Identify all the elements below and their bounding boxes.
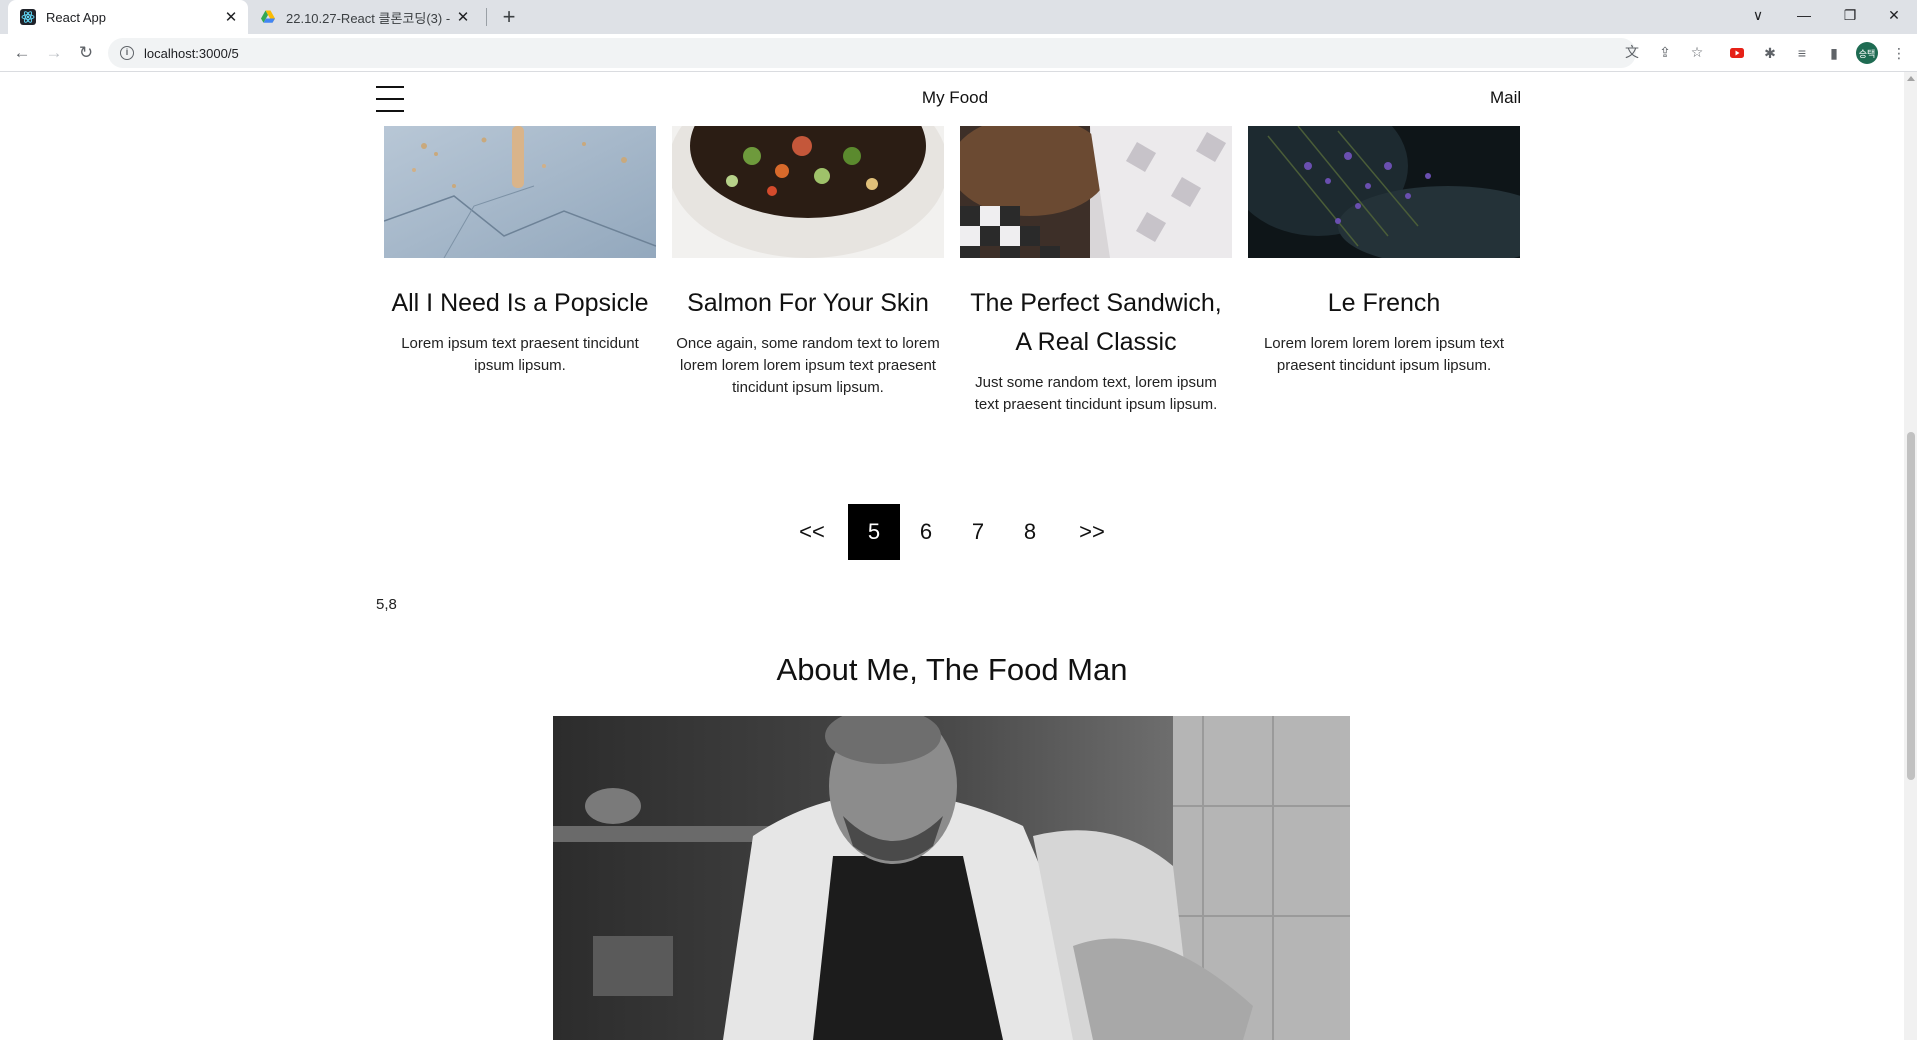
mail-link[interactable]: Mail bbox=[1490, 88, 1521, 108]
salmon-photo bbox=[672, 126, 944, 258]
arrow-left-icon: ← bbox=[13, 43, 31, 62]
card-title: Le French bbox=[1327, 289, 1441, 317]
site-header: My Food Mail bbox=[0, 72, 1904, 126]
google-drive-icon bbox=[260, 9, 276, 25]
card-text: Lorem lorem lorem lorem ipsum text praes… bbox=[1263, 335, 1505, 374]
profile-avatar[interactable]: 승택 bbox=[1856, 42, 1878, 64]
chef-photo bbox=[553, 716, 1350, 1040]
card-title: Salmon For Your Skin bbox=[687, 289, 929, 317]
food-card[interactable]: The Perfect Sandwich, A Real Classic Jus… bbox=[960, 126, 1232, 416]
popsicle-photo bbox=[384, 126, 656, 258]
side-panel-icon[interactable]: ▮ bbox=[1823, 42, 1845, 64]
forward-button[interactable]: → bbox=[40, 39, 68, 67]
info-icon[interactable]: i bbox=[120, 46, 134, 60]
food-card[interactable]: Le French Lorem lorem lorem lorem ipsum … bbox=[1248, 126, 1520, 377]
card-text: Lorem ipsum text praesent tincidunt ipsu… bbox=[401, 335, 639, 374]
pagination-page-8[interactable]: 8 bbox=[1004, 504, 1056, 560]
tab-react-app[interactable]: React App ✕ bbox=[8, 0, 248, 34]
tab-separator bbox=[486, 8, 487, 26]
hamburger-menu-icon[interactable] bbox=[376, 86, 404, 112]
card-text: Just some random text, lorem ipsum text … bbox=[974, 374, 1218, 413]
reload-icon: ↻ bbox=[78, 43, 94, 62]
browser-tabstrip: React App ✕ 22.10.27-React 클론코딩(3) - Go … bbox=[0, 0, 1917, 34]
card-title: The Perfect Sandwich, A Real Classic bbox=[970, 289, 1222, 356]
restore-button[interactable]: ❐ bbox=[1827, 0, 1873, 30]
food-card[interactable]: Salmon For Your Skin Once again, some ra… bbox=[672, 126, 944, 399]
new-tab-button[interactable]: + bbox=[496, 4, 522, 29]
close-window-button[interactable]: ✕ bbox=[1871, 0, 1917, 30]
reload-button[interactable]: ↻ bbox=[72, 39, 100, 67]
page-range-text: 5,8 bbox=[376, 596, 397, 613]
arrow-right-icon: → bbox=[45, 43, 63, 62]
close-icon[interactable]: ✕ bbox=[454, 8, 472, 26]
youtube-extension-icon[interactable] bbox=[1726, 42, 1748, 64]
lavender-photo bbox=[1248, 126, 1520, 258]
page-viewport: All I Need Is a Popsicle Lorem ipsum tex… bbox=[0, 72, 1904, 1040]
minimize-button[interactable]: — bbox=[1781, 0, 1827, 30]
sandwich-photo bbox=[960, 126, 1232, 258]
site-brand[interactable]: My Food bbox=[900, 88, 1010, 108]
star-icon[interactable]: ☆ bbox=[1686, 41, 1708, 63]
scrollbar-thumb[interactable] bbox=[1907, 432, 1915, 780]
card-title: All I Need Is a Popsicle bbox=[391, 289, 649, 317]
food-card[interactable]: All I Need Is a Popsicle Lorem ipsum tex… bbox=[384, 126, 656, 377]
pagination: << 5 6 7 8 >> bbox=[0, 504, 1904, 560]
back-button[interactable]: ← bbox=[8, 39, 36, 67]
pagination-page-5[interactable]: 5 bbox=[848, 504, 900, 560]
tab-google-doc[interactable]: 22.10.27-React 클론코딩(3) - Go ✕ bbox=[250, 0, 480, 34]
pagination-prev[interactable]: << bbox=[786, 504, 838, 560]
translate-icon[interactable]: 文 bbox=[1621, 41, 1643, 63]
tab-title: React App bbox=[46, 9, 106, 25]
tab-title: 22.10.27-React 클론코딩(3) - Go bbox=[286, 10, 454, 26]
url-text[interactable]: localhost:3000/5 bbox=[144, 46, 239, 61]
tab-search-button[interactable]: ∨ bbox=[1735, 0, 1781, 30]
react-icon bbox=[20, 9, 36, 25]
address-bar[interactable]: i localhost:3000/5 bbox=[108, 38, 1636, 68]
page-scrollbar[interactable] bbox=[1904, 72, 1917, 1040]
share-icon[interactable]: ⇪ bbox=[1654, 41, 1676, 63]
menu-dots-icon[interactable]: ⋮ bbox=[1888, 42, 1910, 64]
extensions-puzzle-icon[interactable]: ✱ bbox=[1759, 42, 1781, 64]
scroll-up-icon[interactable] bbox=[1907, 76, 1915, 81]
pagination-next[interactable]: >> bbox=[1066, 504, 1118, 560]
pagination-page-7[interactable]: 7 bbox=[952, 504, 1004, 560]
pagination-page-6[interactable]: 6 bbox=[900, 504, 952, 560]
reading-list-icon[interactable]: ≡ bbox=[1791, 42, 1813, 64]
about-title: About Me, The Food Man bbox=[776, 652, 1128, 687]
close-icon[interactable]: ✕ bbox=[222, 8, 240, 26]
browser-toolbar: ← → ↻ i localhost:3000/5 文 ⇪ ☆ ✱ ≡ ▮ 승택 … bbox=[0, 34, 1917, 72]
card-text: Once again, some random text to lorem lo… bbox=[676, 335, 940, 396]
